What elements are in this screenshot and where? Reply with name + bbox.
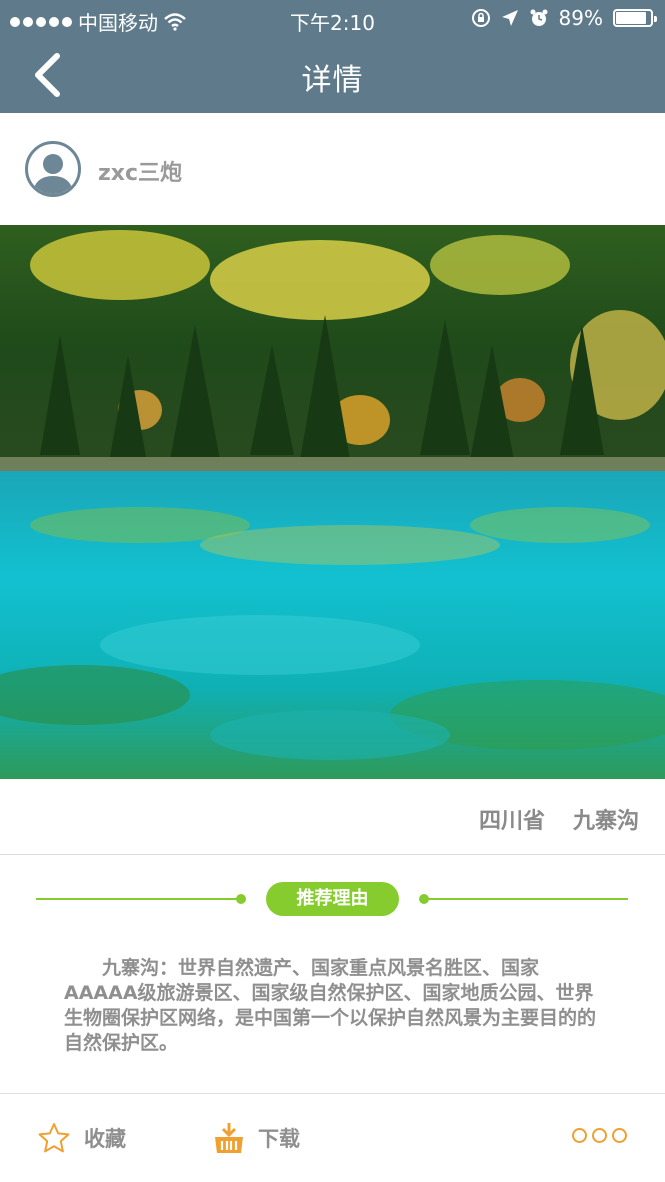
recommend-header: 推荐理由: [0, 880, 665, 918]
scenery-photo[interactable]: [0, 225, 665, 779]
header: 中国移动 下午2:10 89% 详情: [0, 0, 665, 113]
download-label: 下载: [258, 1127, 300, 1151]
author-name[interactable]: zxc三炮: [98, 155, 182, 187]
download-button[interactable]: 下载: [214, 1122, 300, 1154]
location-place: 九寨沟: [572, 809, 639, 834]
battery-icon: [613, 9, 657, 27]
divider-dot-left: [236, 894, 246, 904]
divider-line-left: [36, 898, 241, 900]
user-avatar-icon[interactable]: [24, 140, 82, 198]
battery-percent: 89%: [558, 6, 603, 30]
star-icon: [38, 1123, 70, 1153]
recommend-tag: 推荐理由: [266, 882, 399, 916]
location-row: 四川省 九寨沟: [0, 779, 665, 855]
bottom-toolbar: 收藏 下载: [0, 1093, 665, 1182]
favorite-label: 收藏: [84, 1127, 126, 1151]
location-arrow-icon: [501, 10, 518, 26]
favorite-button[interactable]: 收藏: [38, 1122, 126, 1154]
more-button[interactable]: [572, 1128, 627, 1143]
lake-image: [0, 225, 665, 779]
download-basket-icon: [215, 1123, 243, 1153]
divider-line-right: [424, 898, 628, 900]
page-title: 详情: [301, 63, 364, 98]
more-icon-ring: [612, 1128, 627, 1143]
location: 四川省 九寨沟: [479, 803, 639, 835]
more-icon: [572, 1128, 587, 1143]
location-province: 四川省: [478, 809, 545, 834]
nav-bar: 详情: [0, 38, 665, 113]
status-bar: 中国移动 下午2:10 89%: [0, 0, 665, 38]
alarm-icon: [530, 9, 548, 26]
recommend-text: 九寨沟：世界自然遗产、国家重点风景名胜区、国家AAAAA级旅游景区、国家级自然保…: [64, 957, 597, 1054]
more-icon-ring: [592, 1128, 607, 1143]
status-right: 89%: [471, 6, 657, 30]
rotation-lock-icon: [471, 9, 490, 27]
author-row[interactable]: zxc三炮: [0, 113, 665, 225]
